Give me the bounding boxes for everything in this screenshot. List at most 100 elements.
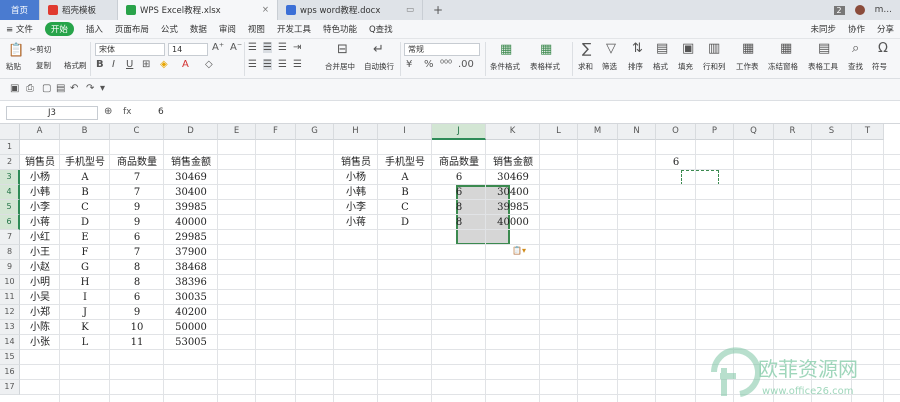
table-cell[interactable]: 40000 bbox=[486, 215, 540, 230]
print-icon[interactable]: ⎙ bbox=[26, 83, 34, 94]
menu-insert[interactable]: 插入 bbox=[86, 23, 103, 35]
table-cell[interactable]: 30400 bbox=[164, 185, 218, 200]
table-header-cell[interactable]: 销售员 bbox=[334, 155, 378, 170]
table-cell[interactable]: D bbox=[378, 215, 432, 230]
table-header-cell[interactable]: 商品数量 bbox=[110, 155, 164, 170]
row-header[interactable]: 16 bbox=[0, 365, 20, 380]
menu-file[interactable]: ≡ 文件 bbox=[6, 23, 33, 35]
worksheet-icon[interactable]: ▦ bbox=[742, 41, 754, 56]
print-preview-icon[interactable]: ▢ bbox=[42, 83, 51, 94]
align-bottom-icon[interactable]: ☰ bbox=[278, 42, 287, 53]
menu-review[interactable]: 审阅 bbox=[219, 23, 236, 35]
table-cell[interactable]: 小韩 bbox=[334, 185, 378, 200]
table-cell[interactable]: 小杨 bbox=[20, 170, 60, 185]
table-cell[interactable]: 8 bbox=[110, 260, 164, 275]
column-header[interactable]: I bbox=[378, 124, 432, 140]
avatar[interactable] bbox=[854, 5, 865, 15]
font-select[interactable]: 宋体 bbox=[95, 43, 165, 56]
table-cell[interactable]: C bbox=[60, 200, 110, 215]
sum-button[interactable]: 求和 bbox=[578, 61, 593, 72]
select-all-corner[interactable] bbox=[0, 124, 20, 140]
save-icon[interactable]: ▣ bbox=[10, 83, 19, 94]
merge-center-button[interactable]: 合并居中 bbox=[325, 61, 355, 72]
row-header[interactable]: 8 bbox=[0, 245, 20, 260]
row-col-button[interactable]: 行和列 bbox=[703, 61, 726, 72]
table-cell[interactable]: 小蒋 bbox=[20, 215, 60, 230]
table-cell[interactable]: 6 bbox=[432, 185, 486, 200]
column-header[interactable]: O bbox=[656, 124, 696, 140]
table-header-cell[interactable]: 销售员 bbox=[20, 155, 60, 170]
table-cell[interactable]: 50000 bbox=[164, 320, 218, 335]
column-header[interactable]: G bbox=[296, 124, 334, 140]
table-tools-icon[interactable]: ▤ bbox=[818, 41, 830, 56]
table-cell[interactable]: A bbox=[378, 170, 432, 185]
name-box[interactable]: J3 bbox=[6, 106, 98, 120]
row-header[interactable]: 3 bbox=[0, 170, 20, 185]
table-cell[interactable]: 39985 bbox=[486, 200, 540, 215]
font-size-select[interactable]: 14 bbox=[168, 43, 208, 56]
align-left-icon[interactable]: ☰ bbox=[248, 59, 257, 70]
table-cell[interactable]: 8 bbox=[110, 275, 164, 290]
sort-icon[interactable]: ⇅ bbox=[632, 41, 643, 56]
tab-word-file[interactable]: wps word教程.docx ▭ bbox=[278, 0, 423, 20]
percent-icon[interactable]: % bbox=[424, 59, 434, 70]
table-cell[interactable]: C bbox=[378, 200, 432, 215]
table-cell[interactable]: 小杨 bbox=[334, 170, 378, 185]
column-header[interactable]: B bbox=[60, 124, 110, 140]
freeze-icon[interactable]: ▦ bbox=[780, 41, 792, 56]
table-cell[interactable]: 7 bbox=[110, 185, 164, 200]
table-cell[interactable]: L bbox=[60, 335, 110, 350]
sort-button[interactable]: 排序 bbox=[628, 61, 643, 72]
table-cell[interactable]: 30035 bbox=[164, 290, 218, 305]
column-header[interactable]: S bbox=[812, 124, 852, 140]
table-cell[interactable]: 小蒋 bbox=[334, 215, 378, 230]
indent-icon[interactable]: ⇥ bbox=[293, 42, 301, 53]
table-cell[interactable]: 7 bbox=[110, 245, 164, 260]
menu-view[interactable]: 视图 bbox=[248, 23, 265, 35]
eraser-icon[interactable]: ◇ bbox=[205, 59, 213, 70]
symbol-button[interactable]: 符号 bbox=[872, 61, 887, 72]
table-cell[interactable]: H bbox=[60, 275, 110, 290]
column-header[interactable]: J bbox=[432, 124, 486, 140]
paste-icon[interactable]: 📋 bbox=[8, 43, 24, 58]
merge-center-icon[interactable]: ⊟ bbox=[337, 42, 348, 57]
row-header[interactable]: 6 bbox=[0, 215, 20, 230]
row-header[interactable]: 14 bbox=[0, 335, 20, 350]
column-header[interactable]: K bbox=[486, 124, 540, 140]
column-header[interactable]: L bbox=[540, 124, 578, 140]
table-cell[interactable]: 9 bbox=[110, 305, 164, 320]
table-cell[interactable]: 6 bbox=[110, 230, 164, 245]
formula-input[interactable]: 6 bbox=[158, 107, 164, 117]
format-button[interactable]: 格式 bbox=[653, 61, 668, 72]
sum-icon[interactable]: ∑ bbox=[582, 41, 591, 57]
font-color-icon[interactable]: A bbox=[182, 59, 189, 70]
paste-button[interactable]: 粘贴 bbox=[6, 61, 21, 72]
table-cell[interactable]: I bbox=[60, 290, 110, 305]
column-header[interactable]: H bbox=[334, 124, 378, 140]
row-header[interactable]: 13 bbox=[0, 320, 20, 335]
table-header-cell[interactable]: 手机型号 bbox=[378, 155, 432, 170]
filter-button[interactable]: 筛选 bbox=[602, 61, 617, 72]
row-header[interactable]: 12 bbox=[0, 305, 20, 320]
table-header-cell[interactable]: 销售金额 bbox=[486, 155, 540, 170]
table-cell[interactable]: G bbox=[60, 260, 110, 275]
fill-color-icon[interactable]: ◈ bbox=[160, 59, 168, 70]
row-header[interactable]: 9 bbox=[0, 260, 20, 275]
tab-excel-file[interactable]: WPS Excel教程.xlsx × bbox=[118, 0, 278, 20]
table-cell[interactable]: K bbox=[60, 320, 110, 335]
conditional-format-button[interactable]: 条件格式 bbox=[490, 61, 520, 72]
row-header[interactable]: 11 bbox=[0, 290, 20, 305]
table-cell[interactable]: 37900 bbox=[164, 245, 218, 260]
undo-icon[interactable]: ↶ bbox=[70, 83, 78, 94]
column-header[interactable]: F bbox=[256, 124, 296, 140]
column-header[interactable]: M bbox=[578, 124, 618, 140]
table-cell[interactable]: J bbox=[60, 305, 110, 320]
table-cell[interactable]: 小张 bbox=[20, 335, 60, 350]
row-header[interactable]: 1 bbox=[0, 140, 20, 155]
font-shrink-icon[interactable]: A⁻ bbox=[230, 42, 242, 53]
tab-docer-templates[interactable]: 稻壳模板 bbox=[40, 0, 118, 20]
copied-cell-marquee[interactable] bbox=[681, 170, 719, 185]
table-cell[interactable]: 小韩 bbox=[20, 185, 60, 200]
conditional-format-icon[interactable]: ▦ bbox=[500, 42, 512, 57]
table-cell[interactable]: 6 bbox=[110, 290, 164, 305]
